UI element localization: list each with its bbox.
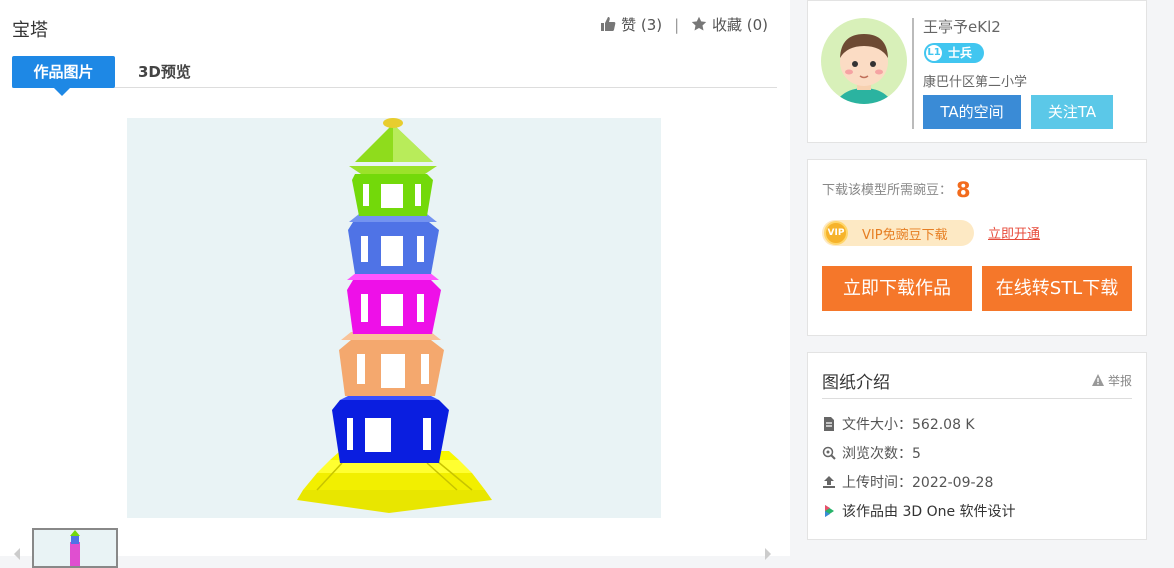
action-separator: |: [674, 15, 680, 34]
stl-download-button[interactable]: 在线转STL下载: [982, 266, 1132, 311]
beans-value: 8: [956, 178, 971, 202]
favorite-button[interactable]: 收藏 (0): [691, 14, 768, 35]
file-size: 文件大小：562.08 K: [842, 417, 975, 433]
work-actions: 赞 (3) | 收藏 (0): [600, 14, 768, 35]
thumbnail-image[interactable]: [32, 528, 118, 568]
tab-3d-preview[interactable]: 3D预览: [138, 56, 191, 88]
avatar[interactable]: [821, 18, 907, 104]
level-number: L1: [926, 45, 942, 61]
level-badge: L1 士兵: [924, 43, 984, 63]
warning-icon: [1092, 374, 1105, 386]
drawing-info-card: 图纸介绍 举报 文件大小：562.08 K 浏览次数：5 上传时间：2022-0…: [807, 352, 1147, 540]
beans-label: 下载该模型所需豌豆：: [822, 183, 953, 198]
avatar-illustration: [835, 34, 893, 104]
views-icon: [822, 446, 836, 460]
follow-button[interactable]: 关注TA: [1031, 95, 1113, 129]
thumbs-up-icon: [601, 17, 616, 31]
file-icon: [824, 417, 834, 431]
level-rank: 士兵: [948, 46, 973, 60]
like-count: (3): [640, 16, 663, 34]
author-school: 康巴什区第二小学: [923, 75, 1028, 90]
vip-badge: VIP VIP免豌豆下载: [822, 220, 974, 246]
model-preview-image: [127, 118, 661, 518]
tab-images[interactable]: 作品图片: [12, 56, 115, 96]
ta-space-button[interactable]: TA的空间: [923, 95, 1021, 129]
main-content: 宝塔 赞 (3) | 收藏 (0) 作品图片 3D预览: [0, 0, 790, 568]
designed-by-text: 该作品由 3D One 软件设计: [842, 504, 1016, 520]
info-title: 图纸介绍: [822, 373, 890, 393]
vip-coin-icon: VIP: [824, 221, 848, 245]
upload-icon: [823, 476, 835, 488]
download-card: 下载该模型所需豌豆： 8 VIP VIP免豌豆下载 立即开通 立即下载作品 在线转…: [807, 159, 1147, 336]
report-label: 举报: [1107, 374, 1132, 388]
vip-label: VIP免豌豆下载: [862, 228, 948, 243]
file-size-row: 文件大小：562.08 K: [822, 414, 975, 434]
like-label: 赞: [621, 16, 637, 34]
tab-bar: 作品图片 3D预览: [12, 56, 777, 96]
designed-by-row: 该作品由 3D One 软件设计: [822, 501, 1016, 521]
upload-time-row: 上传时间：2022-09-28: [822, 472, 993, 492]
info-divider: [822, 398, 1132, 399]
favorite-count: (0): [746, 16, 768, 34]
report-button[interactable]: 举报: [1092, 372, 1132, 389]
author-name[interactable]: 王亭予eKl2: [923, 16, 1001, 37]
3d-one-logo-icon: [825, 505, 834, 517]
pagoda-model-render: [297, 118, 492, 513]
star-icon: [691, 16, 707, 31]
views-count: 浏览次数：5: [842, 446, 921, 462]
upload-time: 上传时间：2022-09-28: [842, 475, 994, 491]
thumbnail-prev-arrow[interactable]: [14, 548, 20, 560]
author-card: 王亭予eKl2 L1 士兵 康巴什区第二小学 TA的空间 关注TA: [807, 0, 1147, 143]
like-button[interactable]: 赞 (3): [600, 14, 662, 35]
views-row: 浏览次数：5: [822, 443, 921, 463]
page-title: 宝塔: [12, 20, 48, 41]
favorite-label: 收藏: [711, 16, 742, 34]
thumbnail-pagoda: [70, 530, 80, 566]
vip-open-link[interactable]: 立即开通: [988, 223, 1040, 242]
thumbnail-next-arrow[interactable]: [765, 548, 771, 560]
profile-divider: [912, 18, 914, 129]
download-button[interactable]: 立即下载作品: [822, 266, 972, 311]
beans-required: 下载该模型所需豌豆： 8: [822, 178, 971, 202]
